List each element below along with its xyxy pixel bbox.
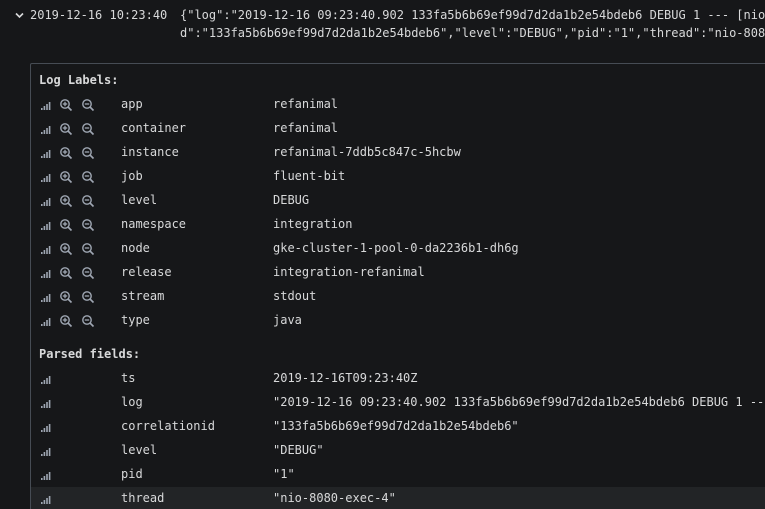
label-row-namespace: namespace integration [31, 213, 765, 237]
field-key: level [121, 193, 158, 207]
field-row-log: log "2019-12-16 09:23:40.902 133fa5b6b69e… [31, 391, 765, 415]
label-row-node: node gke-cluster-1-pool-0-da2236b1-dh6g [31, 237, 765, 261]
zoom-out-icon[interactable] [81, 146, 95, 160]
zoom-out-icon[interactable] [81, 242, 95, 256]
field-key: node [121, 241, 150, 255]
bar-chart-icon[interactable] [39, 146, 53, 160]
log-labels-title: Log Labels: [39, 73, 119, 87]
zoom-in-icon[interactable] [59, 146, 73, 160]
field-value: "1" [273, 467, 295, 481]
label-row-level: level DEBUG [31, 189, 765, 213]
zoom-out-icon[interactable] [81, 290, 95, 304]
zoom-in-icon[interactable] [59, 122, 73, 136]
field-key: ts [121, 371, 136, 385]
bar-chart-icon[interactable] [39, 266, 53, 280]
field-value: DEBUG [273, 193, 310, 207]
label-row-type: type java [31, 309, 765, 333]
field-value: refanimal-7ddb5c847c-5hcbw [273, 145, 461, 159]
label-row-instance: instance refanimal-7ddb5c847c-5hcbw [31, 141, 765, 165]
field-value: refanimal [273, 97, 339, 111]
bar-chart-icon[interactable] [39, 98, 53, 112]
bar-chart-icon[interactable] [39, 444, 53, 458]
field-key: thread [121, 491, 165, 505]
label-row-release: release integration-refanimal [31, 261, 765, 285]
bar-chart-icon[interactable] [39, 218, 53, 232]
field-value: "nio-8080-exec-4" [273, 491, 396, 505]
field-key: instance [121, 145, 179, 159]
field-key: app [121, 97, 143, 111]
zoom-in-icon[interactable] [59, 242, 73, 256]
field-value: java [273, 313, 302, 327]
zoom-out-icon[interactable] [81, 98, 95, 112]
field-key: release [121, 265, 172, 279]
log-line-wrap: d":"133fa5b6b69ef99d7d2da1b2e54bdeb6","l… [180, 26, 765, 40]
zoom-in-icon[interactable] [59, 290, 73, 304]
label-row-job: job fluent-bit [31, 165, 765, 189]
field-row-thread: thread "nio-8080-exec-4" [31, 487, 765, 509]
field-value: 2019-12-16T09:23:40Z [273, 371, 418, 385]
field-value: "2019-12-16 09:23:40.902 133fa5b6b69ef99… [273, 395, 765, 409]
field-value: refanimal [273, 121, 339, 135]
zoom-out-icon[interactable] [81, 266, 95, 280]
field-key: job [121, 169, 143, 183]
field-row-level: level "DEBUG" [31, 439, 765, 463]
zoom-in-icon[interactable] [59, 194, 73, 208]
log-timestamp: 2019-12-16 10:23:40 [30, 8, 168, 22]
zoom-in-icon[interactable] [59, 314, 73, 328]
field-key: log [121, 395, 143, 409]
bar-chart-icon[interactable] [39, 170, 53, 184]
bar-chart-icon[interactable] [39, 194, 53, 208]
field-key: type [121, 313, 150, 327]
field-row-correlationid: correlationid "133fa5b6b69ef99d7d2da1b2e5… [31, 415, 765, 439]
field-value: integration-refanimal [273, 265, 425, 279]
field-key: pid [121, 467, 143, 481]
field-value: integration [273, 217, 353, 231]
zoom-in-icon[interactable] [59, 98, 73, 112]
zoom-in-icon[interactable] [59, 218, 73, 232]
parsed-fields-title: Parsed fields: [39, 347, 141, 361]
label-row-app: app refanimal [31, 93, 765, 117]
field-value: gke-cluster-1-pool-0-da2236b1-dh6g [273, 241, 519, 255]
label-row-container: container refanimal [31, 117, 765, 141]
bar-chart-icon[interactable] [39, 372, 53, 386]
label-row-stream: stream stdout [31, 285, 765, 309]
field-value: "133fa5b6b69ef99d7d2da1b2e54bdeb6" [273, 419, 519, 433]
chevron-down-icon[interactable] [14, 10, 25, 21]
field-row-pid: pid "1" [31, 463, 765, 487]
bar-chart-icon[interactable] [39, 122, 53, 136]
bar-chart-icon[interactable] [39, 290, 53, 304]
field-value: stdout [273, 289, 317, 303]
bar-chart-icon[interactable] [39, 492, 53, 506]
field-key: level [121, 443, 158, 457]
zoom-out-icon[interactable] [81, 314, 95, 328]
zoom-in-icon[interactable] [59, 170, 73, 184]
zoom-out-icon[interactable] [81, 218, 95, 232]
zoom-out-icon[interactable] [81, 122, 95, 136]
field-key: stream [121, 289, 165, 303]
field-key: namespace [121, 217, 187, 231]
field-value: "DEBUG" [273, 443, 324, 457]
zoom-out-icon[interactable] [81, 194, 95, 208]
bar-chart-icon[interactable] [39, 242, 53, 256]
log-line: {"log":"2019-12-16 09:23:40.902 133fa5b6… [180, 8, 765, 22]
zoom-in-icon[interactable] [59, 266, 73, 280]
field-value: fluent-bit [273, 169, 346, 183]
bar-chart-icon[interactable] [39, 468, 53, 482]
log-row[interactable]: 2019-12-16 10:23:40 {"log":"2019-12-16 0… [0, 0, 765, 48]
bar-chart-icon[interactable] [39, 396, 53, 410]
bar-chart-icon[interactable] [39, 314, 53, 328]
zoom-out-icon[interactable] [81, 170, 95, 184]
field-key: correlationid [121, 419, 215, 433]
field-row-ts: ts 2019-12-16T09:23:40Z [31, 367, 765, 391]
bar-chart-icon[interactable] [39, 420, 53, 434]
field-key: container [121, 121, 187, 135]
